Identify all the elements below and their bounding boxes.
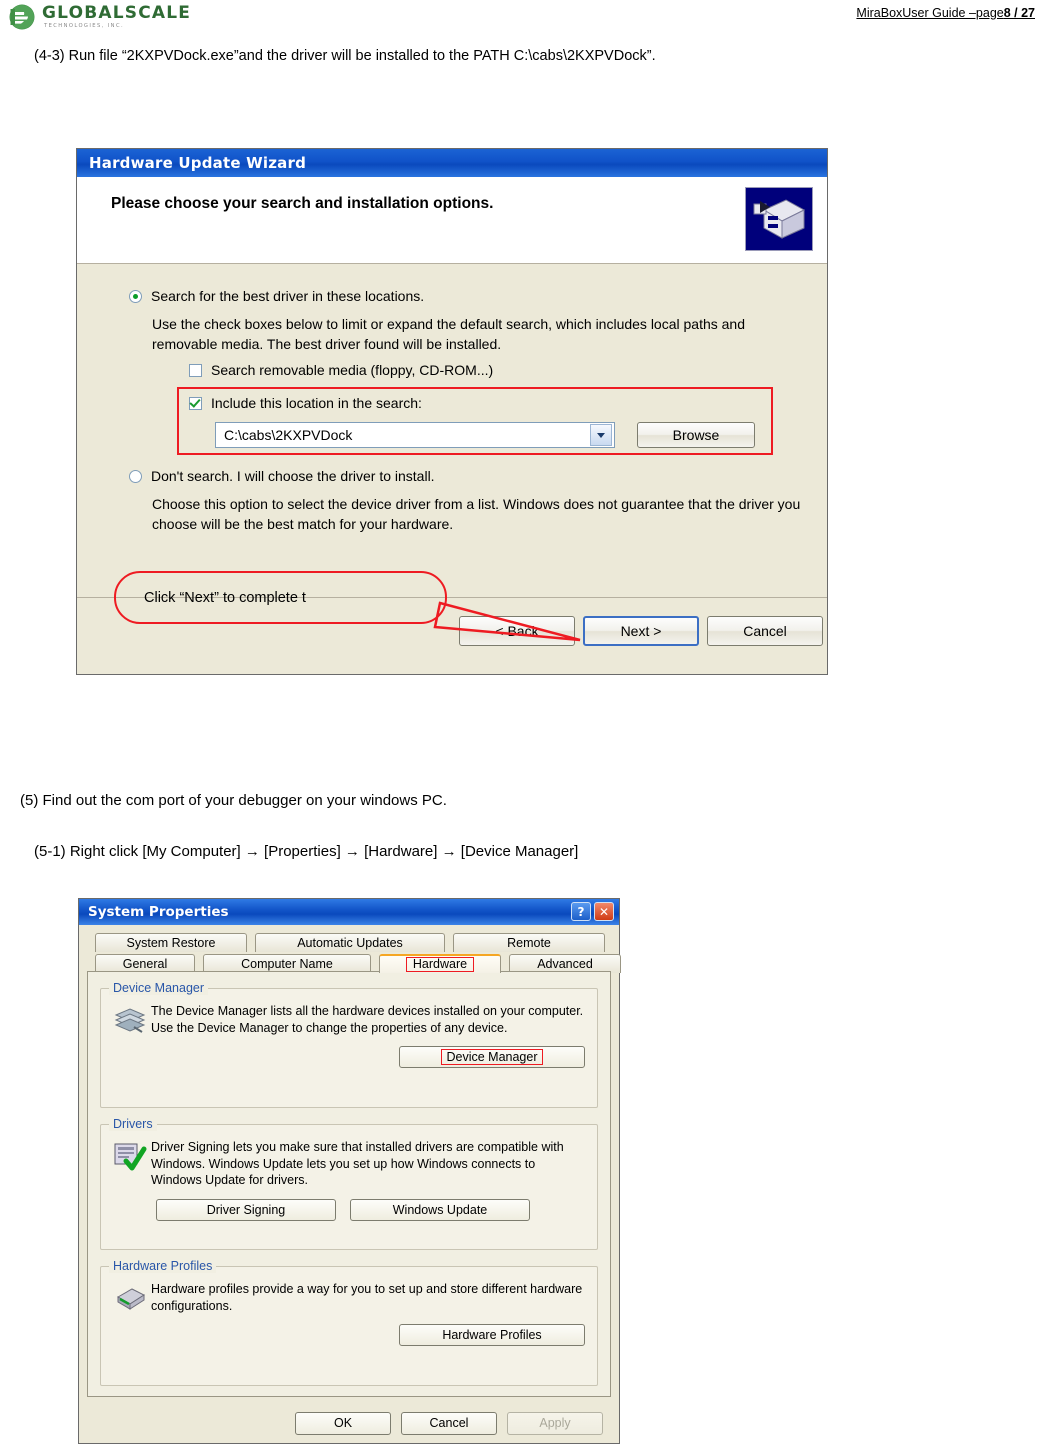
radio-dont-search-label: Don't search. I will choose the driver t… — [151, 468, 435, 484]
search-option-description: Use the check boxes below to limit or ex… — [152, 316, 746, 353]
drivers-group-title: Drivers — [109, 1117, 157, 1131]
sp-cancel-button[interactable]: Cancel — [401, 1411, 497, 1435]
apply-button-label: Apply — [539, 1416, 571, 1430]
checkbox-search-removable-media[interactable]: Search removable media (floppy, CD-ROM..… — [189, 362, 493, 380]
back-button[interactable]: < Back — [459, 616, 575, 646]
step-4-3-text: (4-3) Run file “2KXPVDock.exe”and the dr… — [34, 48, 656, 64]
drivers-description: Driver Signing lets you make sure that i… — [151, 1140, 564, 1187]
radio-dont-search[interactable]: Don't search. I will choose the driver t… — [129, 468, 435, 486]
hardware-device-icon — [745, 187, 813, 251]
header-page-indicator: MiraBoxUser Guide –page8 / 27 — [856, 6, 1035, 20]
cancel-button-label: Cancel — [743, 623, 787, 639]
checkbox-include-location[interactable]: Include this location in the search: — [189, 395, 422, 413]
device-manager-button[interactable]: Device Manager — [399, 1046, 585, 1068]
hardware-profiles-button-label: Hardware Profiles — [442, 1328, 542, 1342]
system-properties-tabstrip: System Restore Automatic Updates Remote … — [87, 931, 621, 975]
step-5-1-text: (5-1) Right click [My Computer] → [Prope… — [34, 843, 579, 860]
tab-label: Hardware — [405, 957, 475, 972]
hardware-tab-panel: Device Manager The Device Manager lists … — [87, 971, 611, 1397]
radio-indicator-icon — [129, 470, 142, 483]
wizard-title-text: Hardware Update Wizard — [89, 154, 307, 172]
hardware-profiles-group-title: Hardware Profiles — [109, 1259, 217, 1273]
header-page-number: 8 / 27 — [1003, 6, 1035, 20]
logo-tagline: TECHNOLOGIES, INC. — [44, 22, 125, 29]
tab-label: System Restore — [126, 936, 216, 950]
system-properties-titlebar: System Properties ? ✕ — [79, 899, 619, 925]
device-manager-group-title: Device Manager — [109, 981, 209, 995]
checkbox-indicator-icon — [189, 397, 202, 410]
location-combobox[interactable]: C:\cabs\2KXPVDock — [215, 422, 615, 448]
checkbox-search-removable-media-label: Search removable media (floppy, CD-ROM..… — [211, 362, 494, 378]
help-icon[interactable]: ? — [571, 902, 591, 921]
hardware-profiles-button[interactable]: Hardware Profiles — [399, 1324, 585, 1346]
wizard-heading: Please choose your search and installati… — [111, 195, 494, 212]
windows-update-button-label: Windows Update — [392, 1202, 488, 1217]
device-manager-icon — [109, 1003, 151, 1036]
next-button[interactable]: Next > — [583, 616, 699, 646]
hardware-profiles-group: Hardware Profiles Hardware profiles prov… — [100, 1259, 598, 1386]
device-manager-description: The Device Manager lists all the hardwar… — [151, 1004, 584, 1035]
driver-signing-button-label: Driver Signing — [206, 1202, 286, 1217]
back-button-label: < Back — [495, 623, 539, 639]
next-button-label: Next > — [620, 623, 662, 639]
tab-label: General — [122, 957, 168, 971]
drivers-group: Drivers Driver Signing lets you make sur… — [100, 1117, 598, 1250]
location-combobox-value: C:\cabs\2KXPVDock — [224, 427, 353, 443]
logo-wordmark: GLOBALSCALE — [42, 2, 192, 23]
tab-automatic-updates[interactable]: Automatic Updates — [255, 933, 445, 952]
wizard-titlebar: Hardware Update Wizard — [77, 149, 827, 177]
system-properties-title-text: System Properties — [88, 904, 229, 920]
hardware-profiles-description: Hardware profiles provide a way for you … — [151, 1282, 583, 1313]
dont-search-option-description: Choose this option to select the device … — [152, 496, 801, 533]
driver-signing-button[interactable]: Driver Signing — [156, 1198, 336, 1221]
sp-cancel-button-label: Cancel — [429, 1416, 469, 1430]
globalscale-logo: GLOBALSCALE TECHNOLOGIES, INC. — [8, 3, 191, 31]
radio-indicator-icon — [129, 290, 142, 303]
annotation-callout-text: Click “Next” to complete t — [144, 589, 306, 606]
tab-label: Advanced — [537, 957, 593, 971]
tab-remote[interactable]: Remote — [453, 933, 605, 952]
system-properties-dialog: System Properties ? ✕ System Restore Aut… — [78, 898, 621, 1444]
close-icon[interactable]: ✕ — [594, 902, 614, 921]
ok-button[interactable]: OK — [295, 1411, 391, 1435]
system-properties-body: System Restore Automatic Updates Remote … — [79, 925, 621, 1443]
page-header: GLOBALSCALE TECHNOLOGIES, INC. MiraBoxUs… — [0, 0, 1041, 34]
step-5-text: (5) Find out the com port of your debugg… — [20, 792, 447, 809]
browse-button[interactable]: Browse — [637, 422, 755, 448]
radio-search-best-driver[interactable]: Search for the best driver in these loca… — [129, 288, 424, 306]
hardware-profiles-icon — [109, 1281, 151, 1314]
header-guide-title: MiraBoxUser Guide –page — [856, 6, 1004, 20]
tab-label: Computer Name — [241, 957, 333, 971]
browse-button-label: Browse — [672, 427, 720, 443]
checkbox-include-location-label: Include this location in the search: — [211, 395, 422, 411]
system-properties-footer: OK Cancel Apply — [79, 1409, 619, 1437]
device-manager-button-label: Device Manager — [441, 1049, 543, 1065]
apply-button: Apply — [507, 1411, 603, 1435]
checkbox-indicator-icon — [189, 364, 202, 377]
tab-hardware[interactable]: Hardware — [379, 954, 501, 973]
radio-search-best-driver-label: Search for the best driver in these loca… — [151, 288, 425, 304]
chevron-down-icon[interactable] — [590, 424, 612, 446]
tab-system-restore[interactable]: System Restore — [95, 933, 247, 952]
tab-label: Automatic Updates — [297, 936, 403, 950]
wizard-header-banner: Please choose your search and installati… — [77, 177, 827, 264]
ok-button-label: OK — [333, 1416, 353, 1430]
annotation-callout-bubble: Click “Next” to complete t — [114, 571, 447, 624]
globalscale-logo-icon — [8, 3, 36, 31]
driver-signing-icon — [109, 1139, 151, 1189]
tab-label: Remote — [507, 936, 551, 950]
cancel-button[interactable]: Cancel — [707, 616, 823, 646]
device-manager-group: Device Manager The Device Manager lists … — [100, 981, 598, 1108]
windows-update-button[interactable]: Windows Update — [350, 1198, 530, 1221]
